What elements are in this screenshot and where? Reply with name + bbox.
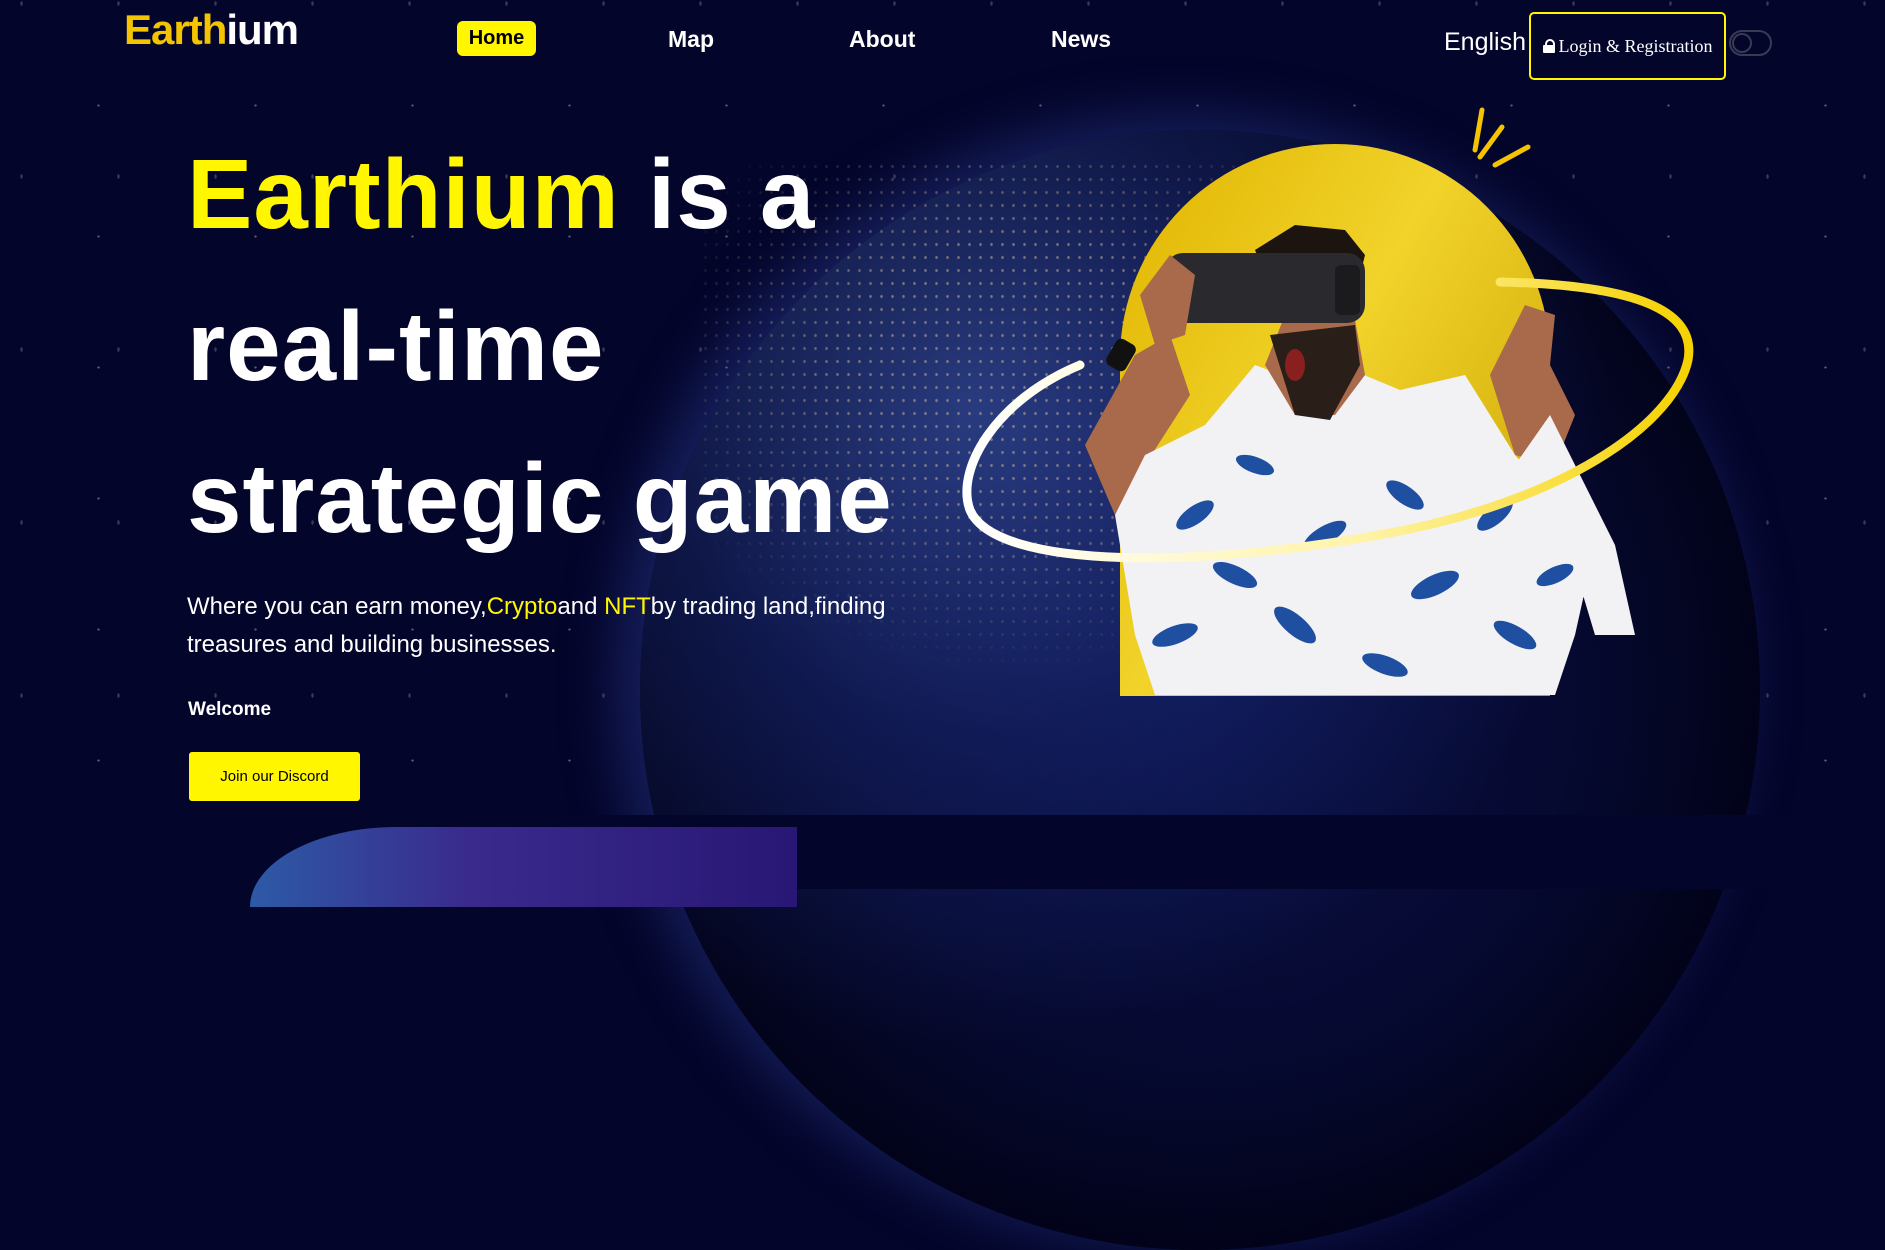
desc-and: and	[557, 593, 605, 620]
hero-title-line3: strategic game	[187, 443, 893, 553]
orbit-ring	[962, 277, 1694, 563]
language-selector[interactable]: English	[1444, 28, 1526, 57]
welcome-text: Welcome	[188, 699, 272, 720]
nav-home[interactable]: Home	[457, 21, 536, 56]
hero-title-line2: real-time	[187, 291, 605, 401]
nav-map[interactable]: Map	[668, 26, 714, 53]
theme-toggle[interactable]	[1729, 30, 1772, 56]
desc-nft: NFT	[604, 593, 651, 620]
hero-title-line1: is a	[619, 139, 816, 249]
hero-title: Earthium is a real-time strategic game	[187, 118, 947, 574]
login-registration-button[interactable]: Login & Registration	[1529, 12, 1726, 80]
hero-title-highlight: Earthium	[187, 139, 620, 249]
logo-part-ium: ium	[226, 6, 299, 53]
nav-about[interactable]: About	[849, 26, 915, 53]
desc-part1: Where you can earn money,	[187, 593, 487, 620]
sparkle-lines-icon	[1472, 107, 1531, 168]
join-discord-button[interactable]: Join our Discord	[189, 752, 360, 801]
logo[interactable]: Earthium	[124, 6, 299, 54]
lock-icon	[1542, 39, 1555, 53]
next-section-shape	[250, 827, 797, 907]
login-label: Login & Registration	[1558, 35, 1713, 56]
nav-news[interactable]: News	[1051, 26, 1111, 53]
desc-crypto: Crypto	[486, 593, 558, 620]
toggle-knob	[1732, 33, 1752, 53]
hero-description: Where you can earn money,Cryptoand NFTby…	[187, 588, 947, 664]
logo-part-earth: Earth	[124, 6, 227, 53]
